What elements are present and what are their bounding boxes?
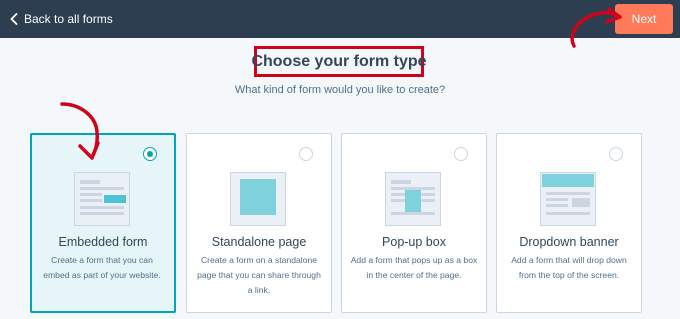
top-bar: Back to all forms Next [0, 0, 680, 38]
radio-button-popup[interactable] [454, 147, 468, 161]
chevron-left-icon [10, 13, 18, 25]
form-type-card-popup[interactable]: Pop-up box Add a form that pops up as a … [341, 133, 487, 313]
card-title: Embedded form [58, 235, 148, 249]
form-type-card-embedded[interactable]: Embedded form Create a form that you can… [30, 133, 176, 313]
radio-button-dropdown[interactable] [609, 147, 623, 161]
form-type-card-dropdown[interactable]: Dropdown banner Add a form that will dro… [496, 133, 642, 313]
card-title: Standalone page [211, 235, 307, 249]
page-subtitle: What kind of form would you like to crea… [234, 84, 446, 96]
page-title: Choose your form type [251, 52, 427, 70]
popup-box-thumbnail-icon [385, 172, 441, 226]
back-label: Back to all forms [24, 12, 113, 26]
embedded-form-thumbnail-icon [74, 172, 130, 226]
card-description: Add a form that will drop down from the … [511, 255, 627, 280]
back-to-forms-link[interactable]: Back to all forms [10, 10, 113, 28]
form-type-card-standalone[interactable]: Standalone page Create a form on a stand… [186, 133, 332, 313]
card-title: Pop-up box [382, 235, 446, 249]
card-description: Add a form that pops up as a box in the … [350, 255, 478, 280]
card-title: Dropdown banner [519, 235, 619, 249]
card-description: Create a form that you can embed as part… [43, 255, 161, 280]
dropdown-banner-thumbnail-icon [540, 172, 596, 226]
standalone-page-thumbnail-icon [230, 172, 286, 226]
card-description: Create a form on a standalone page that … [197, 255, 321, 295]
radio-button-standalone[interactable] [299, 147, 313, 161]
radio-button-embedded[interactable] [143, 147, 157, 161]
next-button[interactable]: Next [615, 4, 673, 34]
title-highlight-box: Choose your form type [251, 46, 427, 77]
